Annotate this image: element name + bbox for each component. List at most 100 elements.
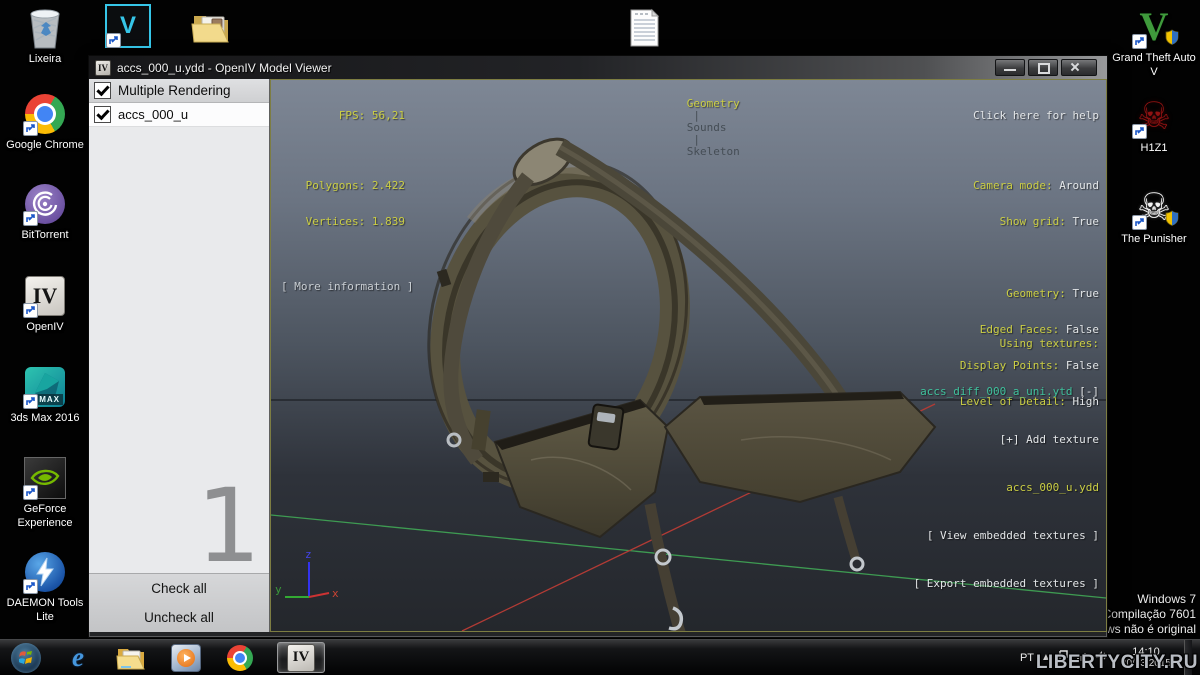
shortcut-arrow-icon [23, 485, 38, 500]
taskbar-openiv-button-active[interactable]: IV [277, 642, 325, 673]
export-embedded-textures-link[interactable]: [ Export embedded textures ] [914, 576, 1099, 592]
desktop-icon-bittorrent[interactable]: BitTorrent [3, 182, 87, 243]
texture-entry[interactable]: accs_diff_000_a_uni.ytd [-] [914, 384, 1099, 400]
checkbox-checked[interactable] [94, 82, 111, 99]
remove-texture-link[interactable]: [-] [1079, 385, 1099, 398]
shortcut-arrow-icon [23, 303, 38, 318]
icon-label: The Punisher [1121, 233, 1186, 247]
libertycity-watermark: LibertyCity.Ru [1036, 652, 1198, 674]
camera-mode-setting[interactable]: Camera mode: Around [960, 180, 1099, 192]
axis-z-label: z [305, 548, 312, 561]
desktop: V [0, 0, 1200, 675]
openiv-model-viewer-window: IV accs_000_u.ydd - OpenIV Model Viewer … [88, 55, 1108, 638]
window-titlebar[interactable]: IV accs_000_u.ydd - OpenIV Model Viewer [89, 56, 1107, 79]
holster-harness-model [394, 130, 935, 631]
uncheck-all-button[interactable]: Uncheck all [89, 603, 269, 632]
desktop-icon-chrome[interactable]: Google Chrome [3, 92, 87, 153]
taskbar: e IV PT ▲ [0, 639, 1200, 675]
icon-label: Google Chrome [6, 139, 84, 153]
axis-x-label: x [332, 587, 339, 600]
icon-label: OpenIV [26, 321, 63, 335]
recycle-bin-icon [22, 6, 68, 50]
media-player-icon [171, 644, 201, 672]
folder-icon [116, 645, 148, 671]
close-button[interactable] [1061, 59, 1097, 76]
more-information-link[interactable]: [ More information ] [281, 281, 405, 293]
desktop-icon-h1z1[interactable]: ☠ H1Z1 [1112, 95, 1196, 156]
language-indicator[interactable]: PT [1020, 652, 1034, 664]
window-icon: IV [95, 60, 111, 76]
maximize-button[interactable] [1028, 59, 1058, 76]
stats-hud: FPS: 56,21 Polygons: 2.422 Vertices: 1.8… [281, 86, 405, 317]
taskbar-chrome-icon[interactable] [223, 643, 257, 673]
show-grid-setting[interactable]: Show grid: True [960, 216, 1099, 228]
icon-label: BitTorrent [21, 229, 68, 243]
icon-label: Lixeira [29, 53, 61, 67]
axis-y-label: y [275, 583, 282, 596]
shortcut-arrow-icon [106, 33, 121, 48]
ie-icon: e [72, 644, 84, 671]
icon-label: GeForce Experience [3, 503, 87, 531]
notepad-icon [621, 6, 667, 50]
openiv-logo-text: IV [293, 649, 310, 666]
shortcut-arrow-icon [23, 579, 38, 594]
desktop-icon-gta5[interactable]: V Grand Theft Auto V [1112, 5, 1196, 80]
icon-label: DAEMON Tools Lite [3, 597, 87, 625]
polygon-count: Polygons: 2.422 [281, 180, 405, 192]
desktop-icon-vegas[interactable]: V [86, 4, 170, 48]
tab-skeleton[interactable]: Skeleton [687, 145, 740, 158]
model-file-name: accs_000_u.ydd [914, 480, 1099, 496]
taskbar-wmp-icon[interactable] [169, 643, 203, 673]
desktop-icon-lixeira[interactable]: Lixeira [3, 6, 87, 67]
3d-viewport[interactable]: z y x FPS: 56,21 Polygons: 2.422 Vertice… [270, 79, 1107, 632]
minimize-button[interactable] [995, 59, 1025, 76]
icon-label: 3ds Max 2016 [10, 412, 79, 426]
shortcut-arrow-icon [1132, 124, 1147, 139]
list-item-label: accs_000_u [118, 107, 188, 122]
geometry-setting[interactable]: Geometry: True [960, 288, 1099, 300]
shortcut-arrow-icon [1132, 215, 1147, 230]
render-count-watermark: 1 [196, 486, 261, 568]
uac-shield-icon [1165, 29, 1179, 50]
openiv-icon: IV [287, 644, 315, 672]
list-item-multiple-rendering[interactable]: Multiple Rendering [89, 79, 269, 103]
list-item-accs-000-u[interactable]: accs_000_u [89, 103, 269, 127]
taskbar-ie-icon[interactable]: e [61, 643, 95, 673]
desktop-icon-3dsmax[interactable]: MAX 3ds Max 2016 [3, 365, 87, 426]
desktop-icon-folder[interactable] [170, 6, 254, 50]
uac-shield-icon [1165, 210, 1179, 231]
vertex-count: Vertices: 1.839 [281, 216, 405, 228]
window-title: accs_000_u.ydd - OpenIV Model Viewer [117, 61, 989, 75]
open-folder-icon [189, 6, 235, 50]
openiv-logo-text: IV [98, 63, 108, 73]
max-badge: MAX [36, 394, 63, 405]
shortcut-arrow-icon [23, 211, 38, 226]
view-embedded-textures-link[interactable]: [ View embedded textures ] [914, 528, 1099, 544]
windows-logo-icon [17, 649, 35, 667]
model-list-panel: Multiple Rendering accs_000_u 1 Check al… [89, 79, 270, 632]
chrome-icon [227, 645, 253, 671]
fps-counter: FPS: 56,21 [281, 110, 405, 122]
vegas-letter: V [120, 12, 136, 40]
desktop-icon-geforce[interactable]: GeForce Experience [3, 456, 87, 531]
desktop-icon-notepad[interactable] [602, 6, 686, 50]
add-texture-link[interactable]: [+] Add texture [914, 432, 1099, 448]
shortcut-arrow-icon [23, 394, 38, 409]
axis-gizmo-icon: z y x [275, 548, 339, 600]
shortcut-arrow-icon [23, 121, 38, 136]
list-item-label: Multiple Rendering [118, 83, 231, 98]
shortcut-arrow-icon [1132, 34, 1147, 49]
using-textures-header: Using textures: [914, 336, 1099, 352]
viewer-tabs: Geometry | Sounds | Skeleton [621, 86, 740, 170]
icon-label: Grand Theft Auto V [1112, 52, 1196, 80]
check-all-button[interactable]: Check all [89, 574, 269, 603]
start-button[interactable] [11, 643, 41, 673]
taskbar-explorer-icon[interactable] [115, 643, 149, 673]
textures-hud: Using textures: accs_diff_000_a_uni.ytd … [914, 304, 1099, 624]
icon-label: H1Z1 [1141, 142, 1168, 156]
help-link[interactable]: Click here for help [960, 110, 1099, 122]
desktop-icon-punisher[interactable]: ☠ The Punisher [1112, 186, 1196, 247]
checkbox-checked[interactable] [94, 106, 111, 123]
desktop-icon-openiv[interactable]: IV OpenIV [3, 274, 87, 335]
desktop-icon-daemon-tools[interactable]: DAEMON Tools Lite [3, 550, 87, 625]
